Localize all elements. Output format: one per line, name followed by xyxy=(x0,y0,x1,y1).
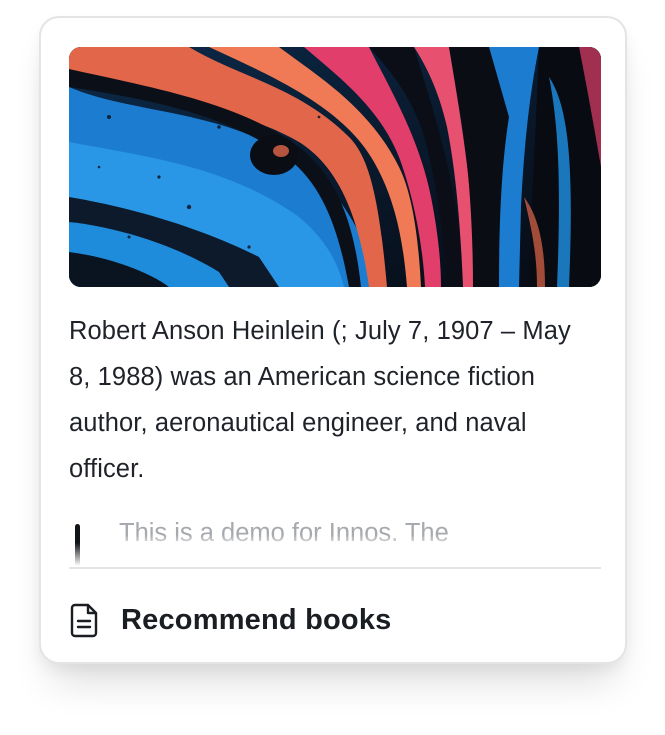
recommend-books-button[interactable]: Recommend books xyxy=(69,598,392,642)
cover-image xyxy=(69,47,601,287)
demo-note-text: This is a demo for Innos. The xyxy=(119,519,449,547)
document-icon xyxy=(69,602,101,638)
demo-note: This is a demo for Innos. The xyxy=(69,516,601,568)
recommend-books-label: Recommend books xyxy=(121,603,392,636)
info-card: Robert Anson Heinlein (; July 7, 1907 – … xyxy=(39,16,627,664)
text-cursor-icon xyxy=(75,524,80,566)
abstract-paint-artwork xyxy=(69,47,601,287)
author-description: Robert Anson Heinlein (; July 7, 1907 – … xyxy=(69,317,571,483)
divider xyxy=(69,567,601,569)
